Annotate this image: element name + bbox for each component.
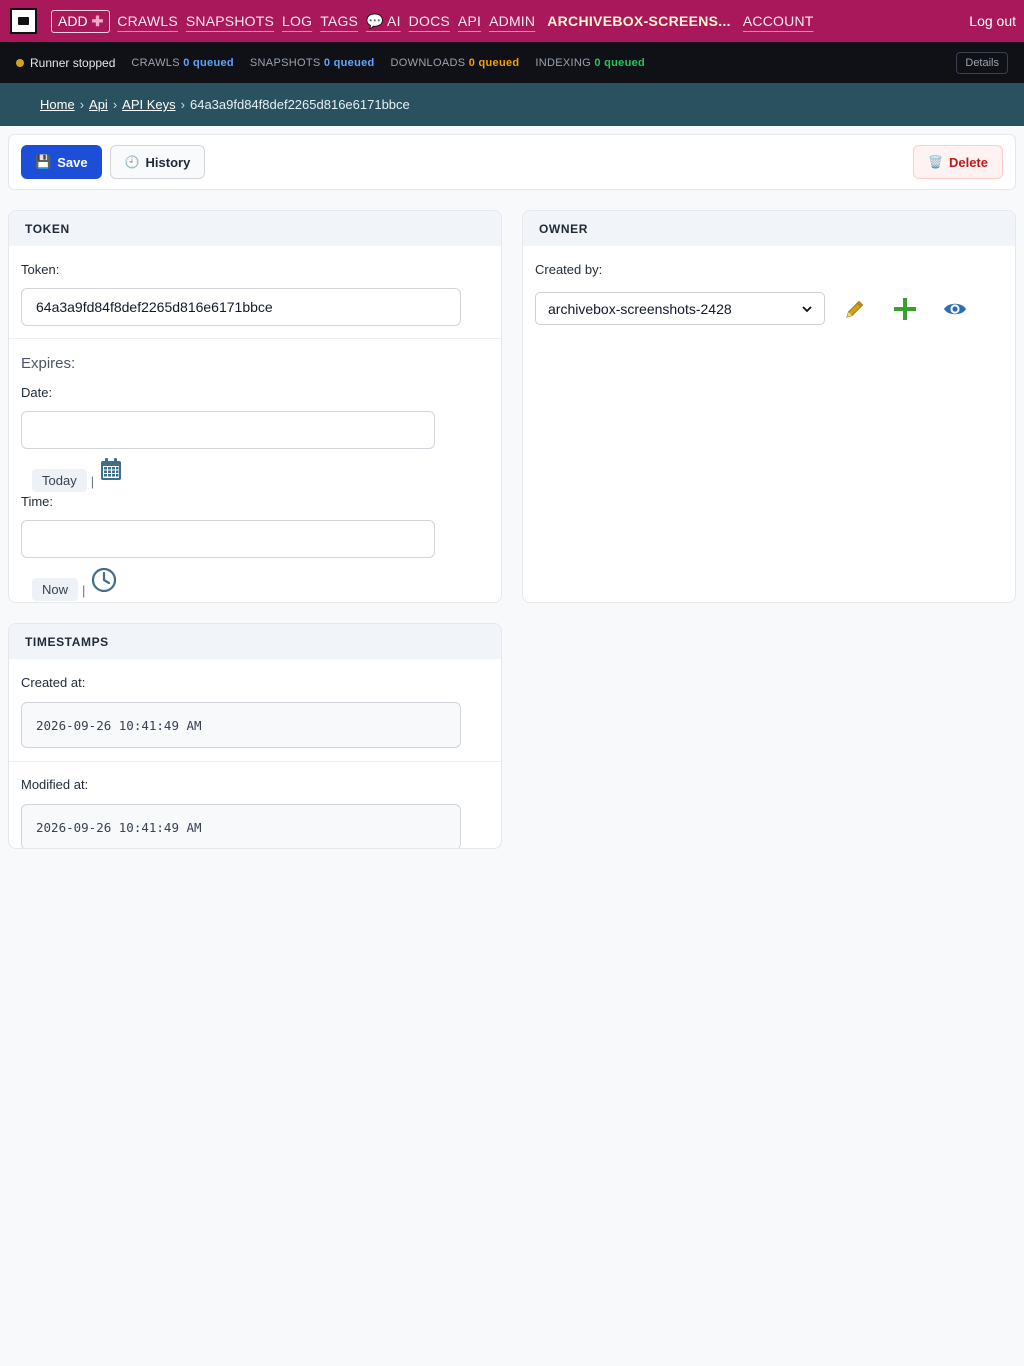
- snapshots-stat-label: SNAPSHOTS: [249, 56, 321, 69]
- time-label: Time:: [21, 494, 54, 509]
- calendar-icon[interactable]: [100, 457, 122, 484]
- time-shortcuts: Now |: [21, 567, 489, 601]
- plus-icon: ✚: [91, 12, 104, 29]
- add-button[interactable]: ADD ✚: [51, 9, 111, 33]
- save-label: Save: [57, 154, 88, 170]
- created-at-field: Created at: 2026-09-26 10:41:49 AM: [9, 659, 501, 761]
- owner-panel: OWNER Created by: archivebox-screenshots…: [522, 210, 1016, 603]
- nav-link-api[interactable]: API: [458, 13, 481, 29]
- timestamps-panel-title: TIMESTAMPS: [9, 624, 501, 659]
- downloads-stat-label: DOWNLOADS: [390, 56, 466, 69]
- logout-link[interactable]: Log out: [969, 13, 1016, 29]
- add-label: ADD: [58, 13, 88, 29]
- breadcrumb-api[interactable]: Api: [89, 97, 108, 112]
- crawls-stat-label: CRAWLS: [131, 56, 180, 69]
- clock-icon[interactable]: [91, 567, 117, 596]
- modified-at-value: 2026-09-26 10:41:49 AM: [21, 804, 461, 848]
- time-input[interactable]: [21, 520, 435, 558]
- breadcrumb-separator: ›: [180, 97, 185, 112]
- nav-username[interactable]: ARCHIVEBOX-SCREENS...: [547, 13, 731, 29]
- created-by-value: archivebox-screenshots-2428: [548, 300, 732, 317]
- nav-link-crawls[interactable]: CRAWLS: [117, 13, 178, 29]
- indexing-stat-value: 0 queued: [594, 56, 646, 69]
- token-field: Token: 64a3a9fd84f8def2265d816e6171bbce: [9, 246, 501, 338]
- nav-links: ADD ✚ CRAWLS SNAPSHOTS LOG TAGS 💬 AI DOC…: [51, 9, 969, 33]
- downloads-stat-value: 0 queued: [468, 56, 520, 69]
- delete-label: Delete: [948, 154, 988, 170]
- now-button[interactable]: Now: [32, 578, 79, 601]
- created-by-label: Created by:: [535, 262, 603, 277]
- breadcrumb: Home › Api › API Keys › 64a3a9fd84f8def2…: [0, 83, 1024, 126]
- date-input[interactable]: [21, 411, 435, 449]
- crawls-stat-value: 0 queued: [183, 56, 234, 69]
- modified-at-field: Modified at: 2026-09-26 10:41:49 AM: [9, 762, 501, 848]
- created-by-row: archivebox-screenshots-2428: [535, 292, 1003, 325]
- nav-link-tags[interactable]: TAGS: [320, 13, 358, 29]
- history-button[interactable]: 🕘 History: [109, 145, 206, 179]
- nav-link-snapshots[interactable]: SNAPSHOTS: [186, 13, 274, 29]
- downloads-stat: DOWNLOADS 0 queued: [391, 57, 520, 69]
- runner-status: Runner stopped: [30, 55, 116, 70]
- history-label: History: [145, 154, 191, 170]
- expires-label: Expires:: [21, 355, 76, 372]
- floppy-disk-icon: 💾: [35, 154, 52, 169]
- shortcut-separator: |: [82, 583, 86, 598]
- clock-icon: 🕘: [124, 155, 140, 169]
- nav-link-ai[interactable]: 💬 AI: [366, 13, 401, 30]
- nav-link-admin[interactable]: ADMIN: [489, 13, 535, 29]
- pencil-icon[interactable]: [842, 296, 868, 322]
- snapshots-stat: SNAPSHOTS 0 queued: [250, 57, 375, 69]
- created-at-value: 2026-09-26 10:41:49 AM: [21, 702, 461, 748]
- eye-icon[interactable]: [942, 296, 968, 322]
- date-label: Date:: [21, 385, 53, 400]
- today-button[interactable]: Today: [32, 469, 87, 492]
- indexing-stat: INDEXING 0 queued: [535, 57, 645, 69]
- timestamps-panel: TIMESTAMPS Created at: 2026-09-26 10:41:…: [8, 623, 502, 849]
- breadcrumb-current: 64a3a9fd84f8def2265d816e6171bbce: [189, 97, 410, 112]
- chevron-down-icon: [802, 305, 812, 312]
- created-by-field: Created by: archivebox-screenshots-2428: [523, 246, 1015, 325]
- breadcrumb-separator: ›: [79, 97, 85, 112]
- status-bar: Runner stopped CRAWLS 0 queued SNAPSHOTS…: [0, 42, 1024, 83]
- created-at-label: Created at:: [21, 675, 86, 690]
- token-panel: TOKEN Token: 64a3a9fd84f8def2265d816e617…: [8, 210, 502, 603]
- trash-icon: 🗑️: [928, 155, 943, 169]
- top-nav: ADD ✚ CRAWLS SNAPSHOTS LOG TAGS 💬 AI DOC…: [0, 0, 1024, 42]
- breadcrumb-api-keys[interactable]: API Keys: [122, 97, 175, 112]
- token-input[interactable]: 64a3a9fd84f8def2265d816e6171bbce: [21, 288, 461, 326]
- token-label: Token:: [21, 262, 60, 277]
- archivebox-logo[interactable]: [10, 8, 37, 34]
- token-panel-title: TOKEN: [9, 211, 501, 246]
- expires-field: Expires: Date: Today | Time: Now |: [9, 339, 501, 601]
- nav-link-docs[interactable]: DOCS: [409, 13, 450, 29]
- date-shortcuts: Today |: [21, 458, 489, 492]
- breadcrumb-separator: ›: [112, 97, 118, 112]
- delete-button[interactable]: 🗑️ Delete: [913, 145, 1003, 179]
- details-button[interactable]: Details: [956, 51, 1008, 74]
- snapshots-stat-value: 0 queued: [323, 56, 375, 69]
- save-button[interactable]: 💾 Save: [21, 145, 102, 179]
- created-by-select[interactable]: archivebox-screenshots-2428: [535, 292, 825, 325]
- modified-at-label: Modified at:: [21, 777, 89, 792]
- owner-panel-title: OWNER: [523, 211, 1015, 246]
- breadcrumb-home[interactable]: Home: [40, 97, 75, 112]
- crawls-stat: CRAWLS 0 queued: [131, 57, 234, 69]
- nav-link-account[interactable]: ACCOUNT: [743, 13, 814, 29]
- nav-link-log[interactable]: LOG: [282, 13, 312, 29]
- object-toolbar: 💾 Save 🕘 History 🗑️ Delete: [8, 134, 1016, 190]
- shortcut-separator: |: [90, 474, 95, 489]
- runner-status-dot: [16, 58, 24, 67]
- indexing-stat-label: INDEXING: [535, 56, 591, 69]
- plus-icon[interactable]: [892, 296, 918, 322]
